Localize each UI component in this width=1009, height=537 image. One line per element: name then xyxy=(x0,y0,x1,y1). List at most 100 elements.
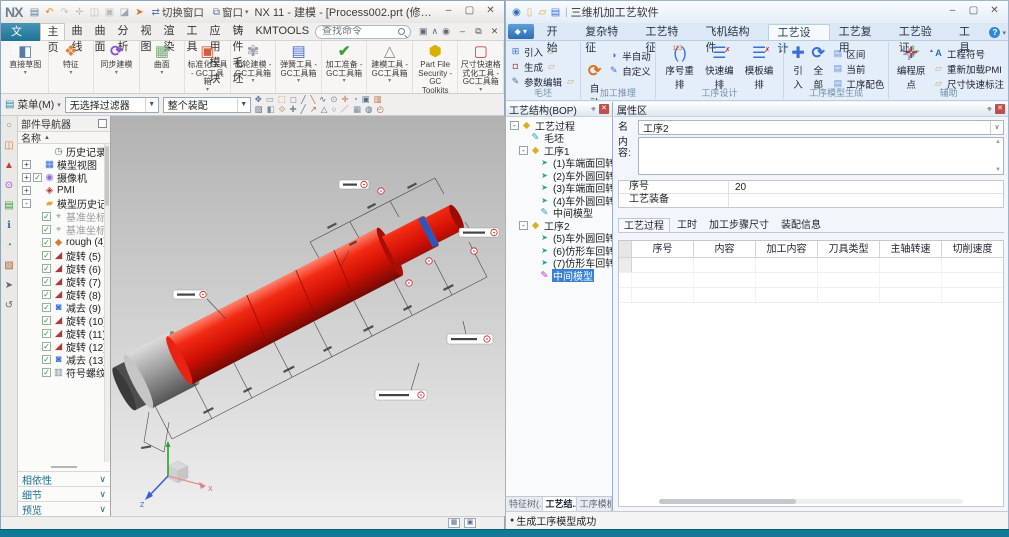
ribbon-big-button[interactable]: 编程原点 xyxy=(893,45,929,91)
minimize-button[interactable]: – xyxy=(439,5,458,19)
ribbon-button[interactable]: 齿轮建模 - GC工具箱 ▾ xyxy=(231,41,277,93)
navigator-item[interactable]: - ✓ 模型历史记录 xyxy=(18,197,110,210)
ribbon-tab[interactable]: 工具 xyxy=(951,24,989,40)
navigator-scrollbar[interactable] xyxy=(104,144,110,462)
row-selector-header[interactable] xyxy=(619,241,632,257)
ribbon-small-button[interactable]: 引入 xyxy=(510,45,576,58)
checkbox-icon[interactable]: ✓ xyxy=(42,251,51,260)
resource-bar-icon[interactable]: ⊙ xyxy=(5,181,13,191)
ribbon-small-button[interactable]: 当前 xyxy=(832,62,884,75)
close-panel-icon[interactable]: ✕ xyxy=(599,104,609,114)
ribbon-tab[interactable]: 工艺设计 xyxy=(768,24,829,40)
window-button[interactable]: ⧉窗口▾ xyxy=(210,5,252,20)
ribbon-tab[interactable]: 视图 xyxy=(134,23,157,40)
close-button[interactable]: ✕ xyxy=(985,5,1004,19)
process-tree-item[interactable]: (5)车外圆回转 xyxy=(506,232,612,245)
process-tree-item[interactable]: (3)车端面回转 xyxy=(506,182,612,195)
process-tree-item[interactable]: - 工艺过程 xyxy=(506,119,612,132)
ribbon-big-button[interactable]: 全部 xyxy=(808,45,828,91)
checkbox-icon[interactable]: ✓ xyxy=(42,238,51,247)
mini-toolbar-icon[interactable]: ◻ xyxy=(290,95,297,104)
ribbon-button[interactable]: 尺寸快速格式化工具 - GC工具箱 ▾ xyxy=(458,41,504,93)
ribbon-tab[interactable]: 渲染 xyxy=(157,23,180,40)
field-row[interactable]: 工艺装备 xyxy=(619,194,1003,207)
ribbon-button[interactable]: 直接草图 ▾ xyxy=(3,41,49,93)
tree-expander-icon[interactable]: - xyxy=(22,199,31,208)
mini-toolbar-icon[interactable]: ⊙ xyxy=(330,95,337,104)
checkbox-icon[interactable]: ✓ xyxy=(42,277,51,286)
tree-expander-icon[interactable]: + xyxy=(22,173,31,182)
maximize-button[interactable]: ▢ xyxy=(460,5,479,19)
properties-tab[interactable]: 工时 xyxy=(672,218,702,232)
tree-expander-icon[interactable]: + xyxy=(22,160,31,169)
mini-toolbar-icon[interactable]: ✥ xyxy=(255,95,262,104)
operation-name-dropdown[interactable]: 工序2 ∨ xyxy=(638,120,1004,135)
process-tree-item[interactable]: (7)仿形车回转 xyxy=(506,257,612,270)
column-header[interactable]: 刀具类型 xyxy=(818,241,880,257)
process-tree-item[interactable]: 中间模型 xyxy=(506,207,612,220)
mini-toolbar-icon[interactable]: ╱ xyxy=(301,95,306,104)
qat-icon[interactable]: ▱ xyxy=(536,7,549,18)
ribbon-button[interactable]: 同步建模 ▾ xyxy=(94,41,140,93)
ribbon-big-button[interactable]: 模板编排 xyxy=(739,45,779,91)
ribbon-tab[interactable]: 工具 xyxy=(180,23,203,40)
table-row[interactable] xyxy=(619,258,1003,273)
ribbon-button[interactable]: 曲面 ▾ xyxy=(140,41,186,93)
ribbon-small-button[interactable]: 工程符号 xyxy=(933,47,1004,60)
resource-bar-icon[interactable]: ▨ xyxy=(4,261,13,271)
file-menu-button[interactable]: 文件(F) xyxy=(1,23,40,41)
view-mode-icon[interactable]: ▦ xyxy=(448,518,460,528)
mini-toolbar-icon[interactable]: ╲ xyxy=(310,95,315,104)
ribbon-tab[interactable]: 曲面 xyxy=(88,23,111,40)
mini-toolbar-icon[interactable]: ▣ xyxy=(362,95,370,104)
resource-bar-icon[interactable]: ▤ xyxy=(4,201,13,211)
field-row[interactable]: 序号 20 xyxy=(619,181,1003,194)
properties-tab[interactable]: 加工步骤尺寸 xyxy=(704,218,774,232)
ribbon-small-button[interactable]: 参数编辑 xyxy=(510,75,576,88)
qat-icon[interactable]: ▣ xyxy=(103,7,115,18)
ribbon-tab[interactable]: 开始 xyxy=(539,24,577,40)
selection-scope-dropdown[interactable]: 整个装配▼ xyxy=(163,97,251,113)
ribbon-small-button[interactable]: 半自动 xyxy=(608,49,651,62)
process-tree-item[interactable]: (6)仿形车回转 xyxy=(506,244,612,257)
close-button[interactable]: ✕ xyxy=(481,5,500,19)
navigator-item[interactable]: ✓ 旋转 (5) xyxy=(18,249,110,262)
ribbon-button[interactable]: 特征 ▾ xyxy=(49,41,95,93)
navigator-item[interactable]: ✓ 基准坐标系 xyxy=(18,210,110,223)
child-restore-icon[interactable]: ⧉ xyxy=(472,26,485,37)
resource-bar-icon[interactable]: ◔ xyxy=(6,241,12,251)
navigator-item[interactable]: ✓ 旋转 (11) xyxy=(18,327,110,340)
search-icon[interactable] xyxy=(398,28,405,35)
ribbon-small-button[interactable]: 区间 xyxy=(832,47,884,60)
column-header[interactable]: 序号 xyxy=(632,241,694,257)
mini-toolbar-icon[interactable]: ○ xyxy=(331,105,336,114)
tree-expander-icon[interactable]: + xyxy=(22,186,31,195)
resource-bar-icon[interactable]: ▲ xyxy=(4,161,14,171)
navigator-column-header[interactable]: 名称 ▲ xyxy=(18,131,110,144)
view-mode-icon[interactable]: ▣ xyxy=(464,518,476,528)
navigator-section-header[interactable]: 相依性 ∨ xyxy=(18,471,110,486)
checkbox-icon[interactable]: ✓ xyxy=(42,212,51,221)
qat-icon[interactable]: ↷ xyxy=(58,7,70,18)
panel-options-icon[interactable] xyxy=(98,119,107,128)
checkbox-icon[interactable]: ✓ xyxy=(42,264,51,273)
ribbon-button[interactable]: 弹簧工具 - GC工具箱 ▾ xyxy=(276,41,322,93)
navigator-item[interactable]: ✓ 历史记录模式 xyxy=(18,145,110,158)
app-menu-button[interactable]: ◆ ▾ xyxy=(508,24,534,39)
pin-icon[interactable]: ⌖ xyxy=(987,104,992,115)
field-value[interactable]: 20 xyxy=(729,182,1003,193)
qat-icon[interactable]: ◫ xyxy=(88,7,100,18)
help-icon[interactable]: ? xyxy=(989,27,1000,38)
mini-toolbar-icon[interactable]: ╱ xyxy=(301,105,306,114)
ribbon-tab[interactable]: 曲线 xyxy=(65,23,88,40)
switch-window-button[interactable]: ⇄切换窗口 xyxy=(148,5,206,20)
checkbox-icon[interactable]: ✓ xyxy=(42,316,51,325)
content-textarea[interactable]: ▲ ▼ xyxy=(638,137,1004,175)
process-tree-item[interactable]: - 工序1 xyxy=(506,144,612,157)
taskbar[interactable] xyxy=(0,529,1009,537)
pin-icon[interactable]: ⌖ xyxy=(591,104,596,115)
resource-bar-icon[interactable]: ↺ xyxy=(5,301,13,311)
scrollbar-thumb[interactable] xyxy=(105,146,109,206)
process-tree-item[interactable]: - 工序2 xyxy=(506,219,612,232)
child-minimize-icon[interactable]: – xyxy=(456,26,469,37)
